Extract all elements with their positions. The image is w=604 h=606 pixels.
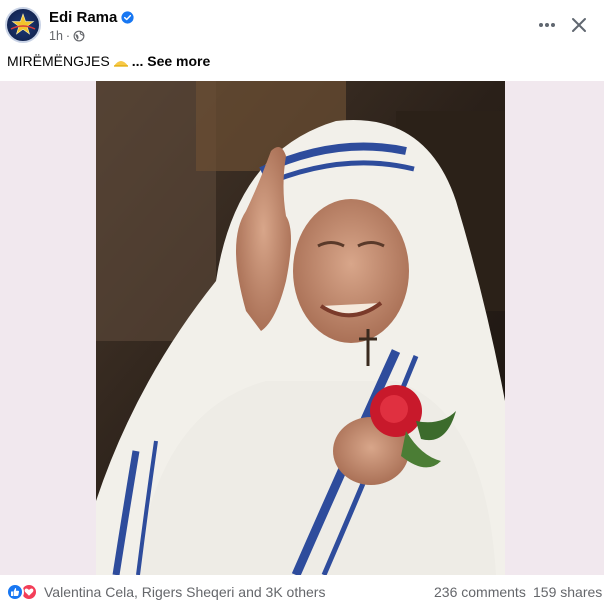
post-photo[interactable] bbox=[96, 81, 505, 575]
post-header: Edi Rama 1h · bbox=[0, 0, 604, 52]
like-icon bbox=[6, 583, 24, 601]
nun-portrait-image bbox=[96, 81, 505, 575]
see-more-link[interactable]: ... See more bbox=[132, 53, 211, 69]
author-name[interactable]: Edi Rama bbox=[49, 9, 117, 26]
author-row: Edi Rama bbox=[49, 9, 134, 26]
meta-separator: · bbox=[65, 29, 71, 43]
more-options-button[interactable] bbox=[534, 12, 560, 38]
close-icon bbox=[572, 18, 586, 32]
post-timestamp[interactable]: 1h bbox=[49, 29, 63, 43]
globe-icon bbox=[73, 30, 85, 42]
comments-count[interactable]: 236 comments bbox=[434, 584, 526, 600]
author-avatar[interactable] bbox=[5, 7, 41, 43]
reaction-icons[interactable] bbox=[6, 583, 38, 601]
reactions-summary[interactable]: Valentina Cela, Rigers Sheqeri and 3K ot… bbox=[44, 584, 325, 600]
close-button[interactable] bbox=[566, 12, 592, 38]
caption-text: MIRËMËNGJES bbox=[7, 53, 110, 69]
post-meta: 1h · bbox=[49, 29, 85, 43]
verified-badge-icon bbox=[121, 11, 134, 24]
facebook-post: Edi Rama 1h · MIRËMËNGJES ... See more V… bbox=[0, 0, 604, 606]
star-logo-icon bbox=[10, 13, 36, 35]
post-caption: MIRËMËNGJES ... See more bbox=[7, 53, 210, 69]
post-footer: Valentina Cela, Rigers Sheqeri and 3K ot… bbox=[0, 578, 604, 606]
more-options-icon bbox=[539, 23, 555, 27]
shares-count[interactable]: 159 shares bbox=[533, 584, 602, 600]
sun-emoji bbox=[113, 61, 128, 67]
